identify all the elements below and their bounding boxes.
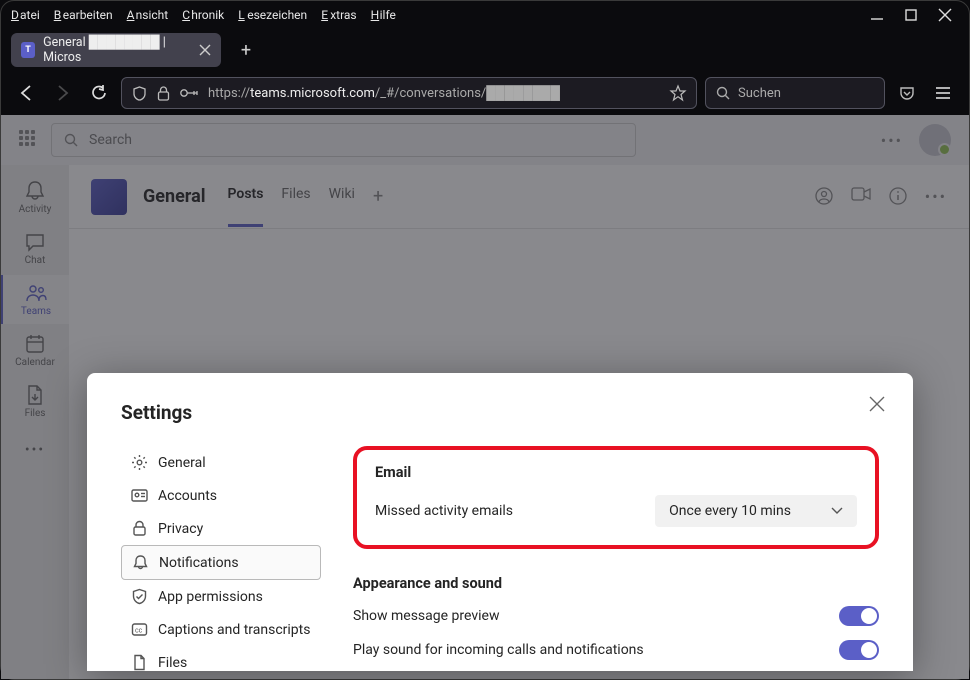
dropdown-value: Once every 10 mins: [669, 503, 791, 519]
email-section-highlight: Email Missed activity emails Once every …: [353, 446, 879, 549]
shield-icon: [132, 86, 147, 101]
menu-lesezeichen[interactable]: Lesezeichen: [238, 8, 307, 22]
svg-text:cc: cc: [135, 627, 143, 635]
maximize-icon[interactable]: [905, 9, 917, 21]
search-placeholder: Suchen: [738, 86, 781, 101]
nav-app-permissions[interactable]: App permissions: [121, 580, 321, 613]
tab-close-icon[interactable]: [200, 45, 211, 56]
settings-nav: General Accounts Privacy Notifications A…: [121, 446, 321, 671]
reload-button[interactable]: [85, 79, 113, 107]
nav-files[interactable]: Files: [121, 646, 321, 671]
search-icon: [716, 86, 730, 100]
settings-modal: Settings General Accounts Privacy Notifi…: [87, 373, 913, 671]
nav-general[interactable]: General: [121, 446, 321, 479]
play-sound-label: Play sound for incoming calls and notifi…: [353, 642, 644, 658]
pocket-icon[interactable]: [893, 79, 921, 107]
settings-content: Email Missed activity emails Once every …: [353, 446, 879, 671]
play-sound-toggle[interactable]: [839, 640, 879, 660]
missed-activity-dropdown[interactable]: Once every 10 mins: [655, 495, 857, 527]
lock-icon: [157, 86, 170, 101]
menu-datei[interactable]: Datei: [11, 8, 40, 22]
show-preview-toggle[interactable]: [839, 606, 879, 626]
browser-tabbar: T General ████████ | Micros +: [1, 29, 969, 71]
nav-captions[interactable]: ccCaptions and transcripts: [121, 613, 321, 646]
settings-title: Settings: [121, 401, 879, 424]
menu-ansicht[interactable]: Ansicht: [127, 8, 169, 22]
minimize-icon[interactable]: [871, 9, 883, 21]
permissions-icon: [180, 87, 198, 99]
hamburger-menu-icon[interactable]: [929, 79, 957, 107]
browser-menubar: Datei Bearbeiten Ansicht Chronik Lesezei…: [1, 1, 969, 29]
show-preview-label: Show message preview: [353, 608, 499, 624]
new-tab-button[interactable]: +: [231, 35, 261, 65]
nav-accounts[interactable]: Accounts: [121, 479, 321, 512]
back-button[interactable]: [13, 79, 41, 107]
bookmark-star-icon[interactable]: [670, 85, 686, 101]
browser-toolbar: https://teams.microsoft.com/_#/conversat…: [1, 71, 969, 115]
menu-hilfe[interactable]: Hilfe: [371, 8, 396, 22]
email-section-title: Email: [375, 464, 857, 481]
browser-search[interactable]: Suchen: [705, 77, 885, 109]
browser-tab[interactable]: T General ████████ | Micros: [11, 33, 221, 67]
chevron-down-icon: [831, 507, 843, 515]
forward-button[interactable]: [49, 79, 77, 107]
missed-activity-label: Missed activity emails: [375, 503, 513, 519]
nav-notifications[interactable]: Notifications: [121, 545, 321, 580]
url-bar[interactable]: https://teams.microsoft.com/_#/conversat…: [121, 77, 697, 109]
url-text: https://teams.microsoft.com/_#/conversat…: [208, 85, 560, 101]
menu-extras[interactable]: Extras: [321, 8, 356, 22]
close-window-icon[interactable]: [939, 9, 951, 21]
appearance-section-title: Appearance and sound: [353, 575, 879, 592]
modal-close-icon[interactable]: [870, 397, 885, 412]
menu-chronik[interactable]: Chronik: [182, 8, 224, 22]
teams-favicon-icon: T: [21, 42, 35, 58]
nav-privacy[interactable]: Privacy: [121, 512, 321, 545]
tab-title: General ████████ | Micros: [43, 35, 188, 65]
menu-bearbeiten[interactable]: Bearbeiten: [54, 8, 113, 22]
